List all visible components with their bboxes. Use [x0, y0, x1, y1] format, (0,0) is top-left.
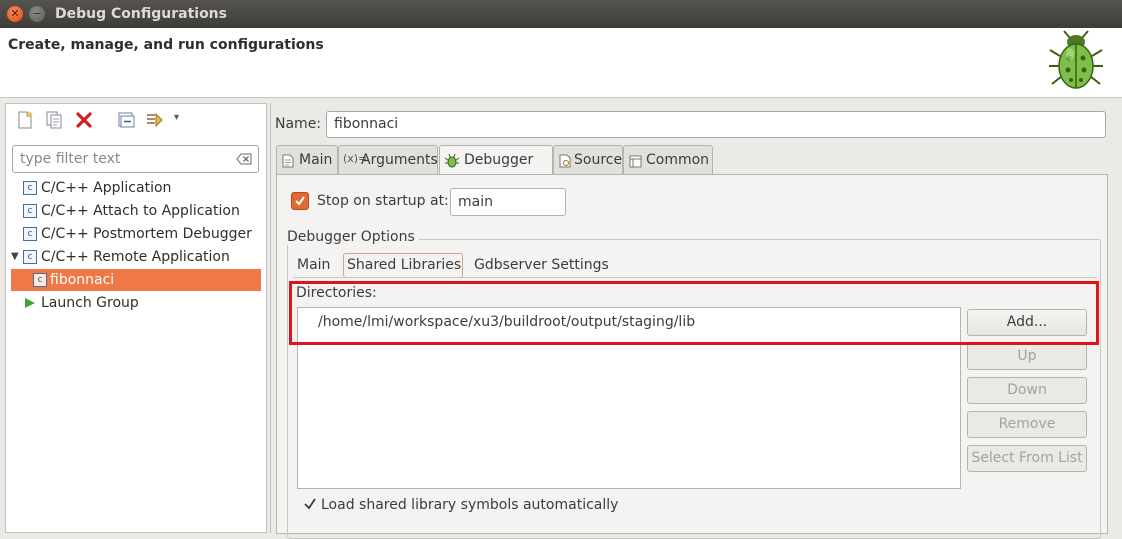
subtab-shared-libraries[interactable]: Shared Libraries	[343, 253, 463, 278]
tab-arguments[interactable]: (x)= Arguments	[338, 145, 438, 174]
collapse-all-icon[interactable]	[116, 110, 136, 130]
c-config-icon: c	[33, 273, 47, 287]
tree-item-label: C/C++ Application	[41, 180, 172, 196]
autoload-label: Load shared library symbols automaticall…	[321, 497, 619, 513]
tree-item-cpp-remote[interactable]: ▼ c C/C++ Remote Application	[6, 246, 261, 268]
main-tab-icon	[282, 154, 294, 168]
stop-on-startup-value: main	[458, 194, 493, 210]
header-banner: Create, manage, and run configurations	[0, 28, 1122, 98]
configuration-tree-panel: ▾ type filter text c C/C++ Application c…	[5, 103, 267, 533]
launch-group-icon	[25, 298, 35, 308]
banner-title: Create, manage, and run configurations	[8, 37, 324, 53]
subtab-gdbserver-settings[interactable]: Gdbserver Settings	[474, 257, 609, 273]
highlight-annotation-box	[289, 281, 1099, 345]
subtab-label: Shared Libraries	[347, 257, 462, 273]
stop-on-startup-label: Stop on startup at:	[317, 193, 449, 209]
remove-button[interactable]: Remove	[967, 411, 1087, 438]
tree-item-label: C/C++ Postmortem Debugger	[41, 226, 252, 242]
tab-label: Arguments	[361, 152, 438, 168]
clear-filter-icon[interactable]	[236, 153, 252, 165]
new-config-icon[interactable]	[15, 110, 35, 130]
tab-label: Main	[299, 152, 333, 168]
configuration-editor-panel: Name: fibonnaci Main (x)= Arguments Debu…	[270, 103, 1122, 539]
expand-arrow-icon[interactable]: ▼	[11, 246, 19, 268]
tree-item-launch-group[interactable]: Launch Group	[6, 292, 261, 314]
duplicate-icon[interactable]	[44, 110, 64, 130]
minimize-window-button[interactable]: −	[29, 6, 45, 22]
autoload-checkbox-check-icon[interactable]	[303, 497, 317, 511]
tree-item-fibonnaci[interactable]: c fibonnaci	[11, 269, 261, 291]
filter-menu-chevron-icon[interactable]: ▾	[174, 112, 179, 123]
tab-label: Source	[574, 152, 623, 168]
c-config-icon: c	[23, 181, 37, 195]
tree-item-cpp-attach[interactable]: c C/C++ Attach to Application	[6, 200, 261, 222]
debugger-tab-content: Stop on startup at: main Debugger Option…	[276, 174, 1108, 539]
c-config-icon: c	[23, 250, 37, 264]
tab-source[interactable]: Source	[553, 145, 623, 174]
tree-item-label: C/C++ Remote Application	[41, 249, 230, 265]
filter-placeholder: type filter text	[20, 151, 121, 167]
select-from-list-button[interactable]: Select From List	[967, 445, 1087, 472]
bug-icon	[1049, 30, 1103, 89]
tree-item-label: Launch Group	[41, 295, 139, 311]
tree-item-label: C/C++ Attach to Application	[41, 203, 240, 219]
subtab-main[interactable]: Main	[297, 257, 330, 273]
window-titlebar: ✕ − Debug Configurations	[0, 0, 1122, 28]
tab-label: Debugger	[464, 152, 534, 168]
tab-debugger[interactable]: Debugger	[439, 145, 553, 175]
name-label: Name:	[275, 116, 322, 132]
debugger-options-label: Debugger Options	[287, 229, 419, 245]
delete-icon[interactable]	[74, 110, 94, 130]
up-button[interactable]: Up	[967, 343, 1087, 370]
debugger-tab-bug-icon	[445, 154, 459, 168]
name-input[interactable]: fibonnaci	[326, 111, 1106, 138]
tree-item-label: fibonnaci	[50, 272, 115, 288]
subtab-divider	[293, 277, 1097, 278]
tab-label: Common	[646, 152, 710, 168]
filter-input[interactable]: type filter text	[12, 145, 259, 173]
filter-icon[interactable]	[144, 110, 164, 130]
c-config-icon: c	[23, 204, 37, 218]
tree-item-cpp-postmortem[interactable]: c C/C++ Postmortem Debugger	[6, 223, 261, 245]
name-input-value: fibonnaci	[334, 116, 399, 132]
close-window-button[interactable]: ✕	[7, 6, 23, 22]
common-tab-icon	[629, 155, 642, 168]
window-title: Debug Configurations	[55, 6, 227, 22]
stop-on-startup-input[interactable]: main	[450, 188, 566, 216]
stop-on-startup-checkbox[interactable]	[291, 192, 309, 210]
c-config-icon: c	[23, 227, 37, 241]
source-tab-icon	[559, 154, 571, 168]
tab-common[interactable]: Common	[623, 145, 713, 174]
tree-item-cpp-application[interactable]: c C/C++ Application	[6, 177, 261, 199]
tab-main[interactable]: Main	[276, 145, 338, 174]
down-button[interactable]: Down	[967, 377, 1087, 404]
